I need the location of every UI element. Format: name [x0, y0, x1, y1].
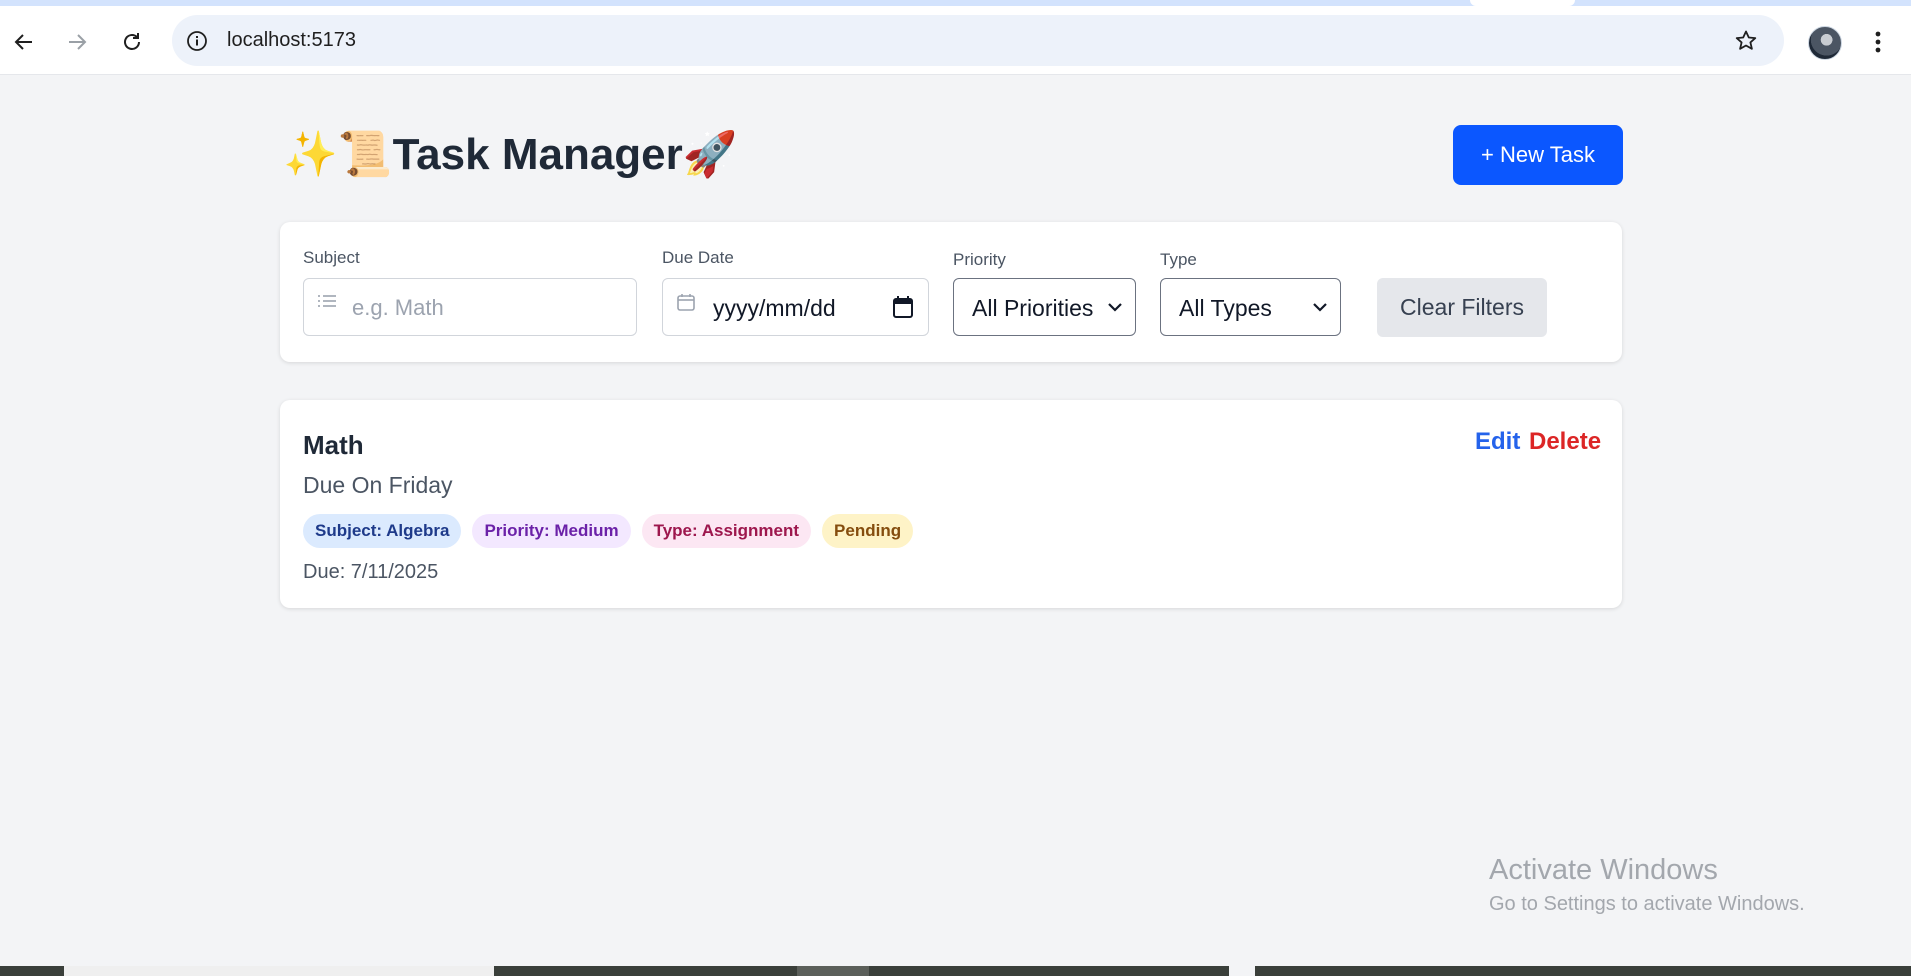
priority-filter-label: Priority [953, 250, 1006, 269]
type-badge: Type: Assignment [641, 514, 812, 548]
clear-filters-button[interactable]: Clear Filters [1377, 278, 1547, 337]
subject-filter-label: Subject [303, 248, 360, 267]
task-description: Due On Friday [303, 472, 453, 498]
site-info-icon[interactable] [184, 28, 210, 54]
subject-badge: Subject: Algebra [303, 514, 462, 548]
task-card: Math Due On Friday Subject: Algebra Prio… [280, 400, 1622, 608]
priority-badge: Priority: Medium [472, 514, 631, 548]
taskbar-gap [1229, 966, 1255, 976]
status-badge: Pending [822, 514, 914, 548]
task-due-date: Due: 7/11/2025 [303, 561, 439, 583]
taskbar-item[interactable] [64, 966, 494, 976]
due-date-filter-label: Due Date [662, 248, 734, 267]
address-bar[interactable]: localhost:5173 [172, 15, 1784, 66]
chevron-down-icon [1108, 303, 1122, 312]
arrow-left-icon [14, 34, 32, 50]
taskbar-item[interactable] [797, 966, 869, 976]
back-button[interactable] [6, 24, 42, 60]
reload-button[interactable] [114, 24, 150, 60]
bookmark-star-icon[interactable] [1732, 27, 1760, 55]
activation-watermark-title: Activate Windows [1489, 854, 1718, 886]
due-date-placeholder: yyyy/mm/dd [713, 295, 836, 321]
arrow-right-icon [69, 34, 87, 50]
due-date-filter-input[interactable]: yyyy/mm/dd [662, 278, 929, 336]
forward-button[interactable] [59, 24, 95, 60]
browser-menu-icon[interactable] [1862, 24, 1894, 60]
os-taskbar [0, 966, 1911, 976]
type-selected-value: All Types [1179, 295, 1272, 321]
task-title: Math [303, 430, 364, 460]
edit-task-button[interactable]: Edit [1475, 428, 1520, 456]
calendar-outline-icon [677, 294, 695, 311]
filters-panel: Subject e.g. Math Due Date yyyy/mm/dd Pr… [280, 222, 1622, 362]
calendar-picker-icon[interactable] [892, 295, 914, 319]
page-title: ✨📜Task Manager🚀 [283, 130, 738, 179]
chevron-down-icon [1313, 303, 1327, 312]
url-text[interactable]: localhost:5173 [227, 29, 356, 52]
task-badges: Subject: Algebra Priority: Medium Type: … [303, 514, 914, 548]
list-icon [318, 295, 336, 307]
new-task-button[interactable]: + New Task [1453, 125, 1623, 185]
type-filter-label: Type [1160, 250, 1197, 269]
subject-placeholder: e.g. Math [352, 295, 444, 320]
delete-task-button[interactable]: Delete [1529, 428, 1601, 456]
priority-selected-value: All Priorities [972, 295, 1094, 321]
profile-avatar[interactable] [1808, 26, 1842, 60]
priority-filter-select[interactable]: All Priorities [953, 278, 1136, 336]
type-filter-select[interactable]: All Types [1160, 278, 1341, 336]
reload-icon [124, 33, 140, 50]
subject-filter-input[interactable]: e.g. Math [303, 278, 637, 336]
activation-watermark-subtitle: Go to Settings to activate Windows. [1489, 893, 1805, 915]
browser-toolbar: localhost:5173 [0, 6, 1911, 75]
